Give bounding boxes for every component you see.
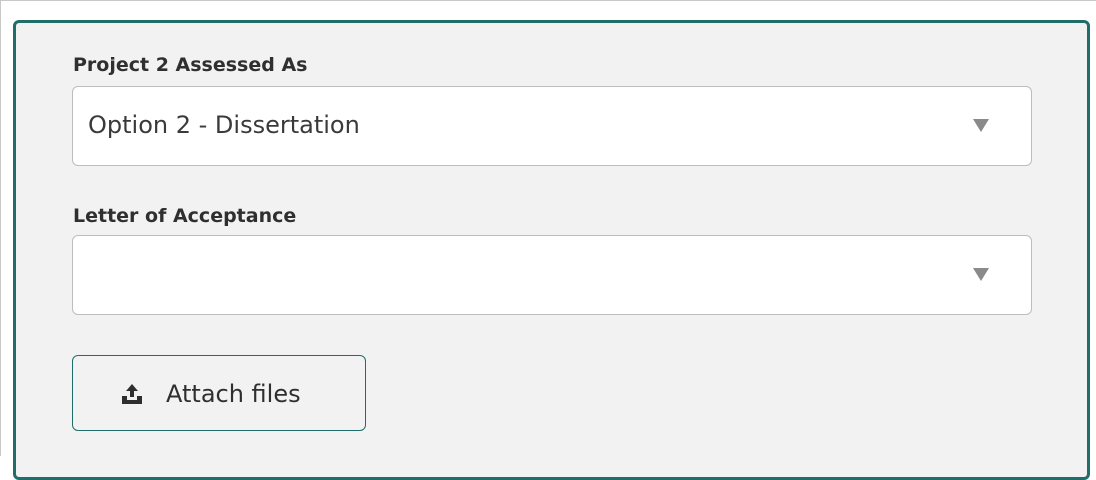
attach-files-label: Attach files (166, 380, 301, 408)
project-assessment-select[interactable]: Option 2 - Dissertation (72, 86, 1032, 166)
dropdown-arrow-icon (973, 268, 989, 281)
letter-of-acceptance-label: Letter of Acceptance (73, 205, 297, 227)
project-assessment-value: Option 2 - Dissertation (88, 111, 360, 139)
attach-files-button[interactable]: Attach files (72, 355, 366, 431)
letter-of-acceptance-select[interactable] (72, 235, 1032, 315)
dropdown-arrow-icon (973, 119, 989, 132)
upload-icon (122, 384, 142, 404)
project-assessment-label: Project 2 Assessed As (73, 54, 308, 76)
